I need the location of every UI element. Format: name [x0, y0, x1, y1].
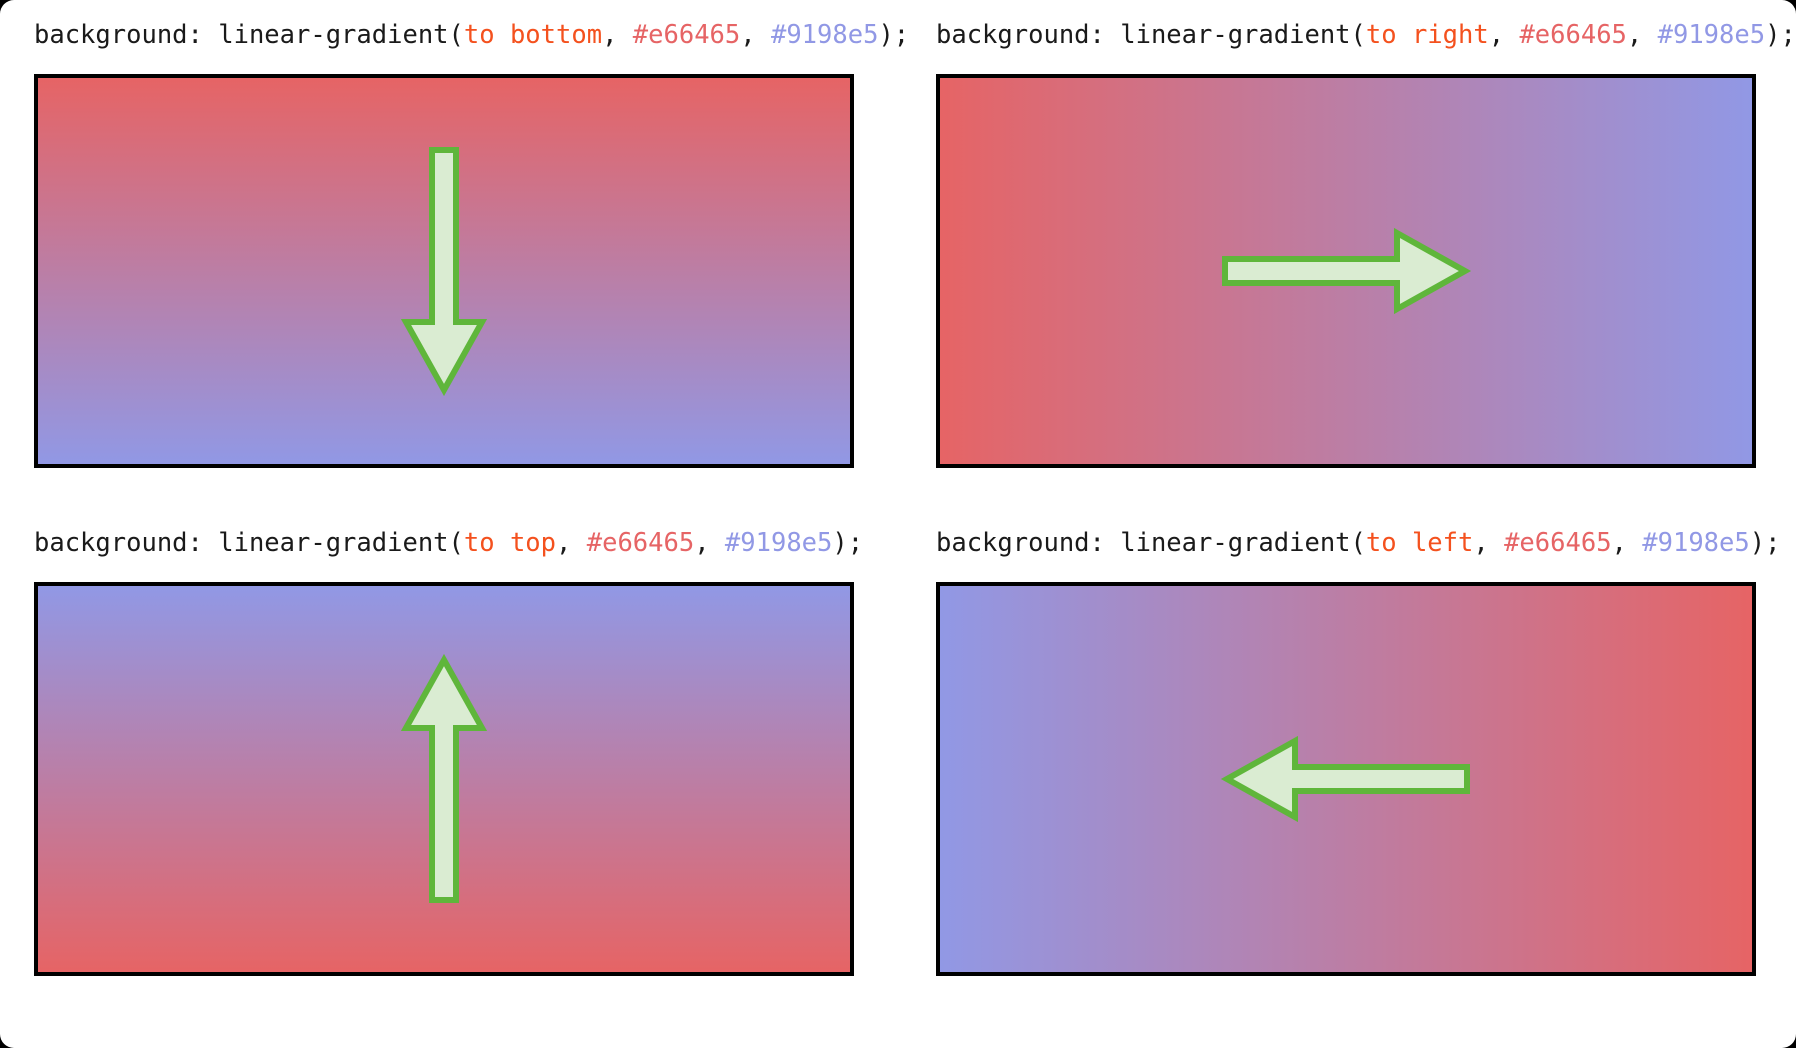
code-token-direction: to top: [463, 528, 557, 558]
gradient-demo-cell-to-left: background: linear-gradient(to left, #e6…: [936, 526, 1780, 976]
arrow-right-icon: [1222, 227, 1472, 315]
code-token-color2: #9198e5: [770, 20, 879, 50]
code-token-sep1: ,: [1473, 528, 1505, 558]
gradient-demo-cell-to-right: background: linear-gradient(to right, #e…: [936, 18, 1796, 468]
gradient-demo-cell-to-top: background: linear-gradient(to top, #e66…: [34, 526, 863, 976]
gradient-swatch-to-top: [34, 582, 854, 976]
arrow-down-icon: [400, 147, 488, 397]
code-label-to-top: background: linear-gradient(to top, #e66…: [34, 526, 863, 560]
code-token-sep1: ,: [602, 20, 633, 50]
arrow-left-icon: [1220, 735, 1470, 823]
code-token-color2: #9198e5: [1642, 528, 1750, 558]
code-token-direction: to left: [1365, 528, 1474, 558]
code-token-function: linear-gradient(: [1104, 20, 1366, 50]
arrow-container: [38, 586, 850, 972]
code-token-function: linear-gradient(: [202, 528, 464, 558]
code-token-sep2: ,: [740, 20, 771, 50]
code-label-to-left: background: linear-gradient(to left, #e6…: [936, 526, 1780, 560]
arrow-container: [940, 586, 1752, 972]
gradient-demo-cell-to-bottom: background: linear-gradient(to bottom, #…: [34, 18, 909, 468]
demo-page: background: linear-gradient(to bottom, #…: [0, 0, 1796, 1048]
code-token-sep2: ,: [1626, 20, 1658, 50]
code-token-property: background:: [34, 528, 203, 558]
code-token-property: background:: [936, 20, 1105, 50]
code-token-color2: #9198e5: [724, 528, 833, 558]
code-token-direction: to right: [1365, 20, 1489, 50]
code-token-sep1: ,: [1488, 20, 1520, 50]
code-token-property: background:: [936, 528, 1105, 558]
code-token-sep1: ,: [556, 528, 587, 558]
arrow-container: [940, 78, 1752, 464]
gradient-swatch-to-bottom: [34, 74, 854, 468]
code-token-close: );: [878, 20, 910, 50]
code-token-close: );: [1749, 528, 1781, 558]
arrow-up-icon: [400, 653, 488, 903]
code-token-direction: to bottom: [463, 20, 603, 50]
code-token-sep2: ,: [694, 528, 725, 558]
code-token-color1: #e66465: [1504, 528, 1612, 558]
gradient-demo-grid: background: linear-gradient(to bottom, #…: [34, 18, 1796, 976]
code-token-function: linear-gradient(: [1104, 528, 1366, 558]
gradient-swatch-to-right: [936, 74, 1756, 468]
code-token-color1: #e66465: [586, 528, 695, 558]
code-token-color2: #9198e5: [1657, 20, 1766, 50]
gradient-swatch-to-left: [936, 582, 1756, 976]
code-token-sep2: ,: [1611, 528, 1643, 558]
code-label-to-bottom: background: linear-gradient(to bottom, #…: [34, 18, 909, 52]
code-token-color1: #e66465: [632, 20, 741, 50]
code-token-color1: #e66465: [1519, 20, 1627, 50]
code-label-to-right: background: linear-gradient(to right, #e…: [936, 18, 1796, 52]
code-token-close: );: [1765, 20, 1796, 50]
code-token-property: background:: [34, 20, 203, 50]
code-token-close: );: [832, 528, 864, 558]
code-token-function: linear-gradient(: [202, 20, 464, 50]
arrow-container: [38, 78, 850, 464]
